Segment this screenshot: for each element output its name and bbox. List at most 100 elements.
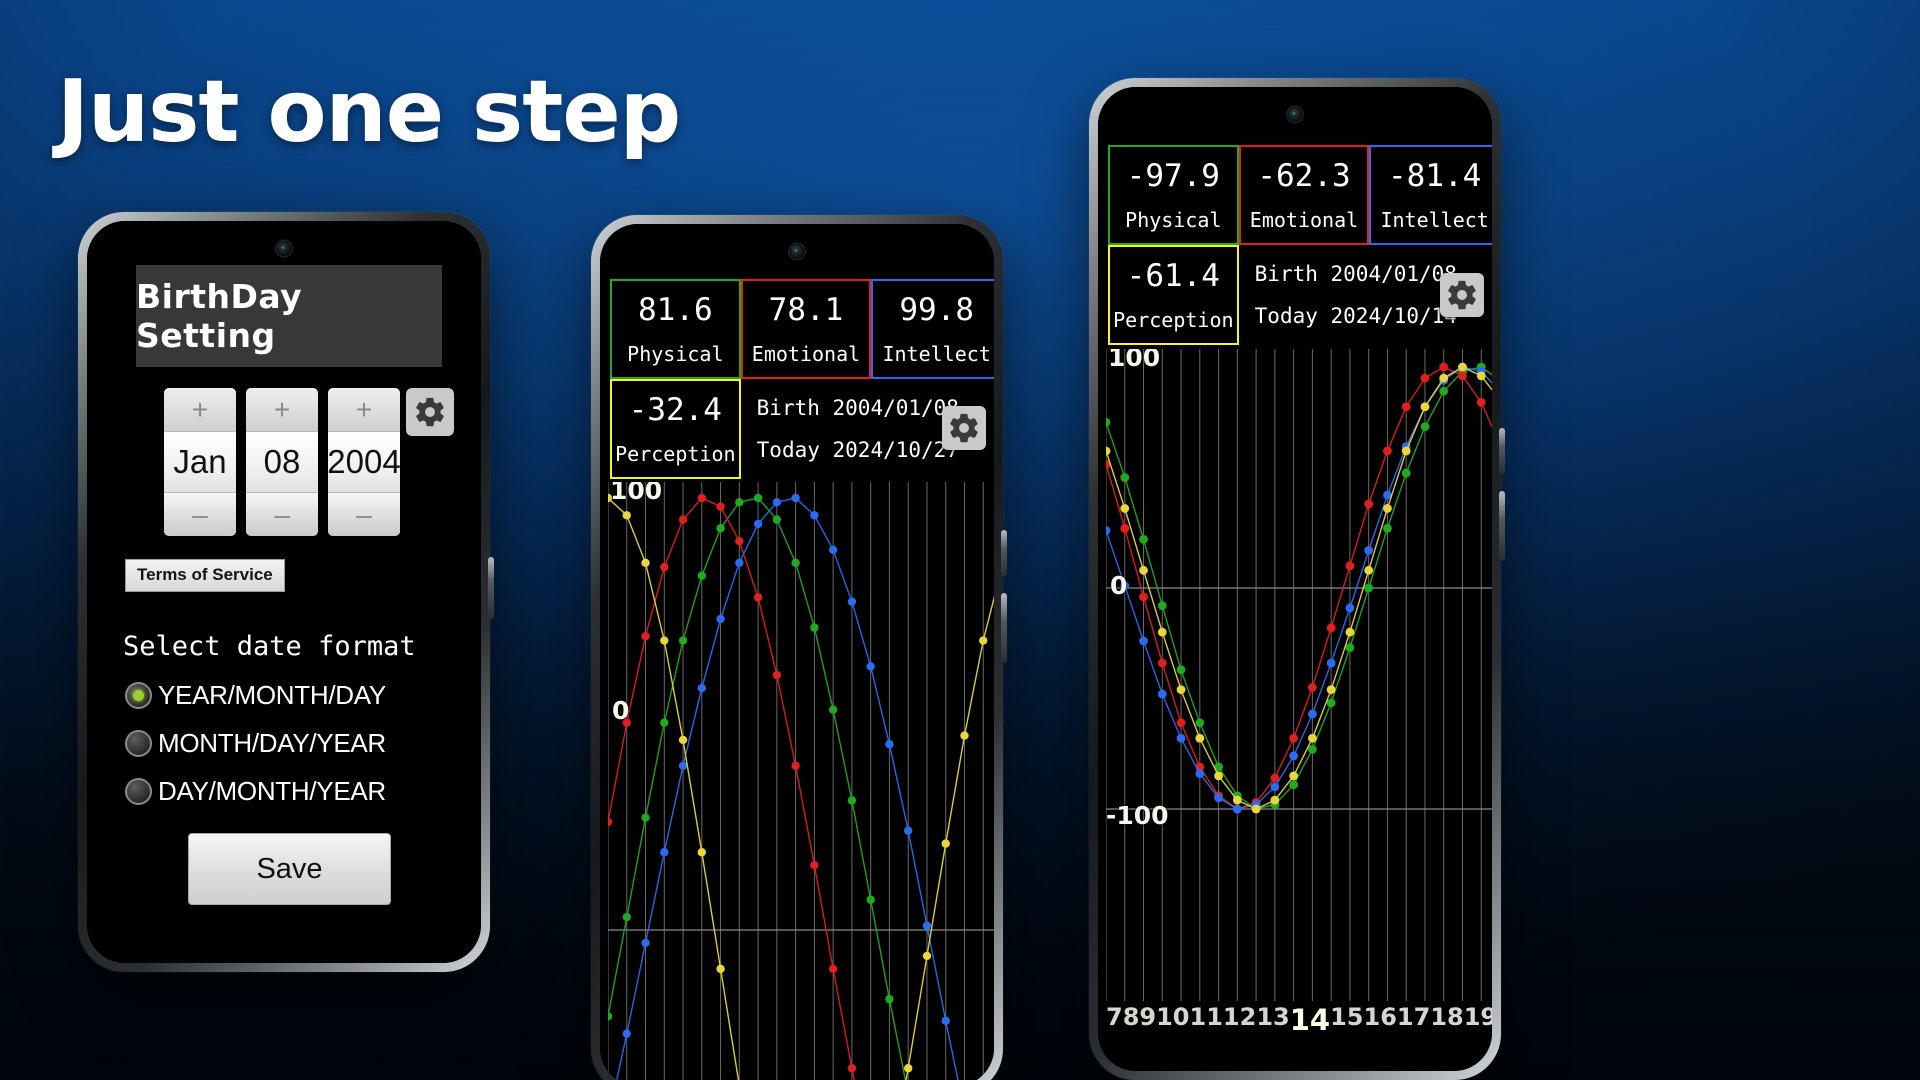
x-axis-tick: 8 (1122, 1003, 1140, 1031)
stat-perception: -32.4 Perception (610, 379, 741, 479)
stat-perception: -61.4 Perception (1108, 245, 1239, 345)
radio-label-dmy: DAY/MONTH/YEAR (158, 775, 386, 806)
birthday-picker-group: + Jan – + 08 – + 2004 – (164, 388, 400, 536)
x-axis-tick: 18 (1430, 1003, 1464, 1031)
y-axis-label-minus100: -100 (1106, 801, 1169, 830)
terms-of-service-button[interactable]: Terms of Service (125, 559, 285, 592)
today-date-value: 2024/10/27 (832, 438, 959, 462)
radio-option-dmy[interactable]: DAY/MONTH/YEAR (125, 767, 465, 815)
x-axis-tick: 14 (1289, 1003, 1331, 1037)
year-decrement-button[interactable]: – (328, 492, 400, 536)
birth-date-value: 2004/01/08 (1330, 262, 1457, 286)
front-camera-icon (789, 244, 805, 259)
volume-button[interactable] (1499, 428, 1505, 474)
date-format-heading: Select date format (123, 631, 416, 662)
year-increment-button[interactable]: + (328, 388, 400, 432)
front-camera-icon (1287, 107, 1303, 122)
gear-icon (416, 397, 444, 427)
x-axis-tick: 9 (1139, 1003, 1157, 1031)
radio-label-mdy: MONTH/DAY/YEAR (158, 727, 386, 758)
x-axis-tick: 7 (1106, 1003, 1123, 1031)
stat-intellect: -81.4 Intellect (1369, 145, 1492, 245)
settings-button[interactable] (1440, 273, 1484, 317)
stat-emotional-label: Emotional (751, 341, 861, 366)
biorhythm-chart-2: 100 0 (608, 482, 994, 1080)
stat-emotional-value: 78.1 (768, 291, 844, 328)
radio-option-ymd[interactable]: YEAR/MONTH/DAY (125, 671, 465, 719)
x-axis-tick-row: 78910111213141516171819202 (1106, 1003, 1492, 1037)
birth-date-value: 2004/01/08 (832, 396, 959, 420)
radio-indicator-dmy[interactable] (125, 777, 152, 805)
x-axis-tick: 13 (1256, 1003, 1290, 1031)
today-label: Today (1254, 304, 1318, 328)
stat-physical-value: -97.9 (1126, 157, 1220, 194)
stat-physical-label: Physical (1125, 207, 1222, 232)
month-value[interactable]: Jan (164, 432, 236, 492)
power-button[interactable] (1001, 593, 1007, 663)
x-axis-tick: 11 (1189, 1003, 1223, 1031)
stat-intellect: 99.8 Intellect (871, 279, 994, 379)
biorhythm-stats-panel: 81.6 Physical 78.1 Emotional 99.8 Intell… (610, 279, 994, 479)
phone-mockup-biorhythm-b: -97.9 Physical -62.3 Emotional -81.4 Int… (1089, 78, 1505, 1080)
settings-button[interactable] (406, 388, 454, 436)
stat-emotional-label: Emotional (1249, 207, 1359, 232)
radio-indicator-ymd[interactable] (125, 681, 152, 709)
biorhythm-chart-3: 100 0 -100 (1106, 349, 1492, 1001)
page-title: Just one step (57, 62, 681, 162)
phone-mockup-biorhythm-a: 81.6 Physical 78.1 Emotional 99.8 Intell… (591, 215, 1007, 1080)
phone2-screen: 81.6 Physical 78.1 Emotional 99.8 Intell… (600, 224, 994, 1080)
stat-emotional-value: -62.3 (1257, 157, 1351, 194)
day-increment-button[interactable]: + (246, 388, 318, 432)
stat-perception-label: Perception (615, 441, 736, 466)
day-picker[interactable]: + 08 – (246, 388, 318, 536)
y-axis-label-0: 0 (612, 696, 630, 725)
volume-button[interactable] (1001, 530, 1007, 576)
gear-icon (1448, 280, 1476, 310)
radio-option-mdy[interactable]: MONTH/DAY/YEAR (125, 719, 465, 767)
stat-perception-value: -32.4 (628, 391, 722, 428)
phone3-screen: -97.9 Physical -62.3 Emotional -81.4 Int… (1098, 87, 1492, 1071)
y-axis-label-100: 100 (1108, 349, 1161, 372)
radio-indicator-mdy[interactable] (125, 729, 152, 757)
stat-perception-label: Perception (1113, 307, 1234, 332)
year-value[interactable]: 2004 (328, 432, 400, 492)
phone-mockup-settings: BirthDay Setting + Jan – + 08 – + 2004 – (78, 212, 494, 972)
day-value[interactable]: 08 (246, 432, 318, 492)
app-title-bar: BirthDay Setting (136, 265, 442, 367)
birth-label: Birth (1254, 262, 1318, 286)
power-button[interactable] (1499, 491, 1505, 561)
front-camera-icon (276, 241, 292, 256)
settings-button[interactable] (942, 406, 986, 450)
x-axis-tick: 15 (1330, 1003, 1364, 1031)
x-axis-tick: 10 (1156, 1003, 1190, 1031)
month-decrement-button[interactable]: – (164, 492, 236, 536)
gear-icon (950, 413, 978, 443)
y-axis-label-0: 0 (1110, 571, 1128, 600)
day-decrement-button[interactable]: – (246, 492, 318, 536)
x-axis-tick: 19 (1463, 1003, 1492, 1031)
biorhythm-stats-panel: -97.9 Physical -62.3 Emotional -81.4 Int… (1108, 145, 1492, 345)
x-axis-tick: 17 (1396, 1003, 1431, 1031)
x-axis-tick: 16 (1363, 1003, 1397, 1031)
stat-physical-label: Physical (627, 341, 724, 366)
app-title-text: BirthDay Setting (136, 277, 303, 355)
today-date-value: 2024/10/14 (1330, 304, 1457, 328)
y-axis-label-100: 100 (610, 482, 663, 505)
stat-physical: 81.6 Physical (610, 279, 741, 379)
phone1-screen: BirthDay Setting + Jan – + 08 – + 2004 – (87, 221, 481, 963)
birth-label: Birth (756, 396, 820, 420)
stat-intellect-value: -81.4 (1388, 157, 1482, 194)
year-picker[interactable]: + 2004 – (328, 388, 400, 536)
stat-emotional: -62.3 Emotional (1238, 145, 1370, 245)
stat-intellect-label: Intellect (882, 341, 991, 366)
month-increment-button[interactable]: + (164, 388, 236, 432)
today-label: Today (756, 438, 820, 462)
save-button[interactable]: Save (188, 833, 391, 905)
stat-perception-value: -61.4 (1126, 257, 1220, 294)
stat-physical: -97.9 Physical (1108, 145, 1239, 245)
stat-emotional: 78.1 Emotional (740, 279, 872, 379)
month-picker[interactable]: + Jan – (164, 388, 236, 536)
stat-physical-value: 81.6 (638, 291, 713, 328)
power-button[interactable] (488, 557, 494, 619)
stat-intellect-value: 99.8 (899, 291, 974, 328)
